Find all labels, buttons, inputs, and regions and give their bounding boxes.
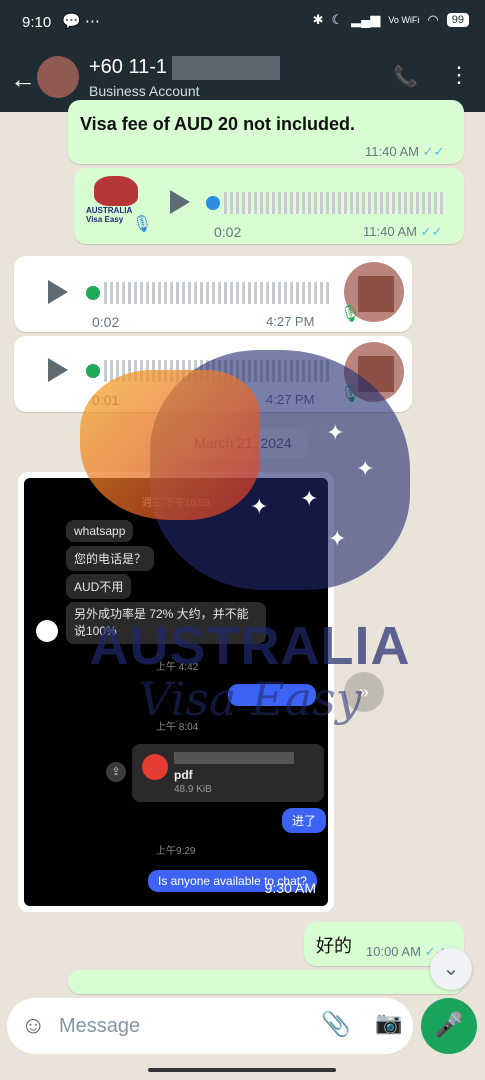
outgoing-text-message[interactable]: Visa fee of AUD 20 not included. 11:40 A…	[68, 100, 464, 164]
image-chat-bubble: whatsapp	[66, 520, 134, 542]
read-ticks-icon: ✓✓	[422, 144, 445, 159]
outgoing-voice-message[interactable]: AUSTRALIA Visa Easy 🎙 0:02 11:40 AM ✓✓	[74, 168, 464, 244]
message-time: 4:27 PM	[266, 314, 315, 329]
moon-icon: ☾	[331, 12, 344, 27]
mic-icon: 🎙	[340, 386, 361, 403]
mic-icon: 🎙	[132, 216, 153, 233]
australia-map-icon	[94, 176, 138, 206]
file-name: pdf	[174, 768, 193, 782]
message-text: Visa fee of AUD 20 not included.	[80, 114, 356, 134]
voice-duration: 0:02	[92, 314, 120, 330]
voice-waveform[interactable]	[224, 192, 444, 214]
more-options-icon[interactable]: ⋮	[448, 62, 470, 88]
wifi-icon: ◠	[427, 12, 439, 27]
message-input[interactable]	[59, 1008, 299, 1044]
image-chat-bubble: 另外成功率是 72% 大约，并不能说100%	[66, 602, 266, 644]
voice-seek-dot[interactable]	[86, 286, 100, 300]
voice-seek-dot[interactable]	[206, 196, 220, 210]
file-size: 48.9 KiB	[174, 784, 212, 795]
outgoing-text-message[interactable]	[68, 970, 464, 994]
notification-icons: 💬 ⋯	[62, 13, 100, 30]
message-time: 4:27 PM	[266, 392, 315, 407]
redacted-file-name	[174, 752, 294, 764]
incoming-image-message[interactable]: 週三 下午10:59 whatsapp 您的电话是？ AUD不用 另外成功率是 …	[18, 472, 334, 912]
status-right-icons: ✱ ☾ ▂▄▆ Vo WiFi ◠ 99	[313, 12, 469, 28]
incoming-voice-message[interactable]: 0:01 4:27 PM 🎙	[14, 336, 412, 412]
read-ticks-icon: ✓✓	[420, 224, 443, 239]
message-time: 11:40 AM ✓✓	[365, 144, 445, 159]
contact-subtitle: Business Account	[89, 83, 200, 99]
camera-icon[interactable]: 📷	[375, 1010, 402, 1036]
mic-icon: 🎙	[340, 306, 361, 323]
emoji-icon[interactable]: ☺	[21, 1012, 46, 1040]
voice-waveform[interactable]	[104, 360, 332, 382]
voice-waveform[interactable]	[104, 282, 332, 304]
voice-seek-dot[interactable]	[86, 364, 100, 378]
share-icon: ⇪	[106, 762, 126, 782]
attach-icon[interactable]: 📎	[321, 1010, 351, 1039]
voice-record-button[interactable]: 🎤	[421, 998, 477, 1054]
pdf-icon	[142, 754, 168, 780]
image-timestamp: 上午9:29	[156, 846, 196, 857]
play-icon[interactable]	[170, 190, 190, 214]
battery-icon: 99	[446, 13, 469, 27]
incoming-voice-message[interactable]: 0:02 4:27 PM 🎙	[14, 256, 412, 332]
image-timestamp: 上午 4:42	[156, 662, 199, 673]
screenshot-image[interactable]: 週三 下午10:59 whatsapp 您的电话是？ AUD不用 另外成功率是 …	[24, 478, 328, 906]
bluetooth-icon: ✱	[312, 12, 324, 27]
voice-duration: 0:01	[92, 392, 120, 408]
image-chat-bubble: 您的电话是？	[66, 546, 155, 571]
image-top-timestamp: 週三 下午10:59	[142, 498, 210, 509]
message-time: 11:40 AM ✓✓	[363, 224, 443, 239]
message-composer: ☺ 📎 📷	[7, 998, 413, 1054]
image-chat-bubble: AUD不用	[66, 574, 132, 599]
image-timestamp: 上午 8:04	[156, 722, 199, 733]
message-time: 9:30 AM	[264, 880, 316, 896]
forward-icon[interactable]: »	[344, 672, 384, 712]
add-call-icon[interactable]: 📞	[393, 64, 418, 89]
date-separator: March 21, 2024	[178, 428, 308, 458]
play-icon[interactable]	[48, 358, 68, 382]
image-sender-avatar	[36, 620, 58, 642]
vowifi-label: Vo WiFi	[388, 15, 420, 25]
redacted-name	[172, 56, 280, 80]
contact-avatar[interactable]	[37, 56, 79, 98]
star-icon: ✦	[326, 420, 345, 445]
image-file-attachment: pdf 48.9 KiB	[132, 744, 324, 802]
scroll-down-icon[interactable]: ⌄	[430, 948, 472, 990]
gesture-nav-bar[interactable]	[148, 1068, 336, 1072]
back-arrow-icon[interactable]: ←	[10, 64, 36, 95]
voice-duration: 0:02	[214, 224, 242, 240]
image-outgoing-bubble	[228, 684, 316, 706]
image-outgoing-bubble: 进了	[282, 808, 327, 833]
status-bar: 9:10 💬 ⋯ ✱ ☾ ▂▄▆ Vo WiFi ◠ 99	[0, 0, 485, 46]
status-time: 9:10	[22, 14, 52, 31]
play-icon[interactable]	[48, 280, 68, 304]
contact-name[interactable]: +60 11-1	[89, 56, 167, 79]
message-text: 好的	[316, 936, 352, 956]
signal-icon: ▂▄▆	[351, 12, 381, 27]
star-icon: ✦	[356, 456, 375, 481]
